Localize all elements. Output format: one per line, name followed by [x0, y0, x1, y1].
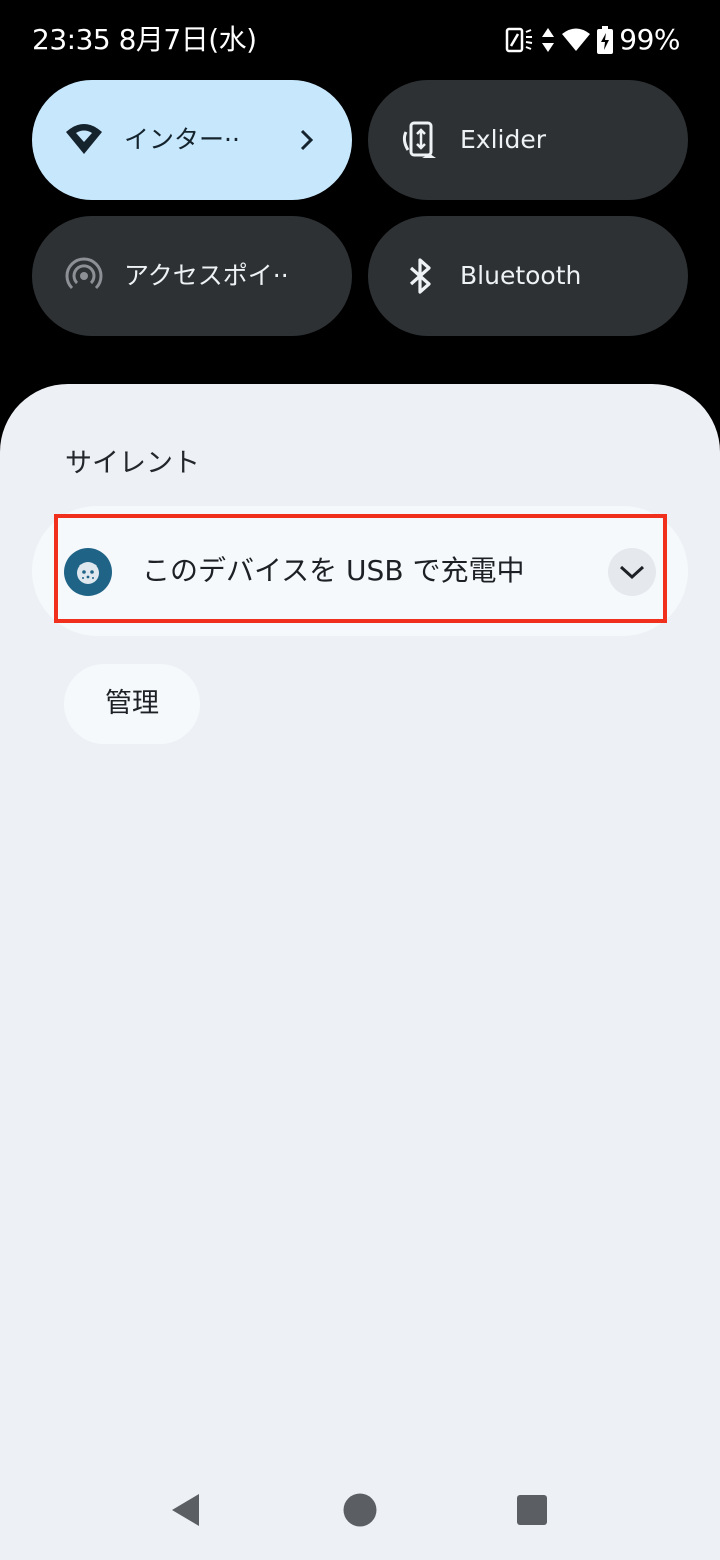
status-icons: 99% [505, 22, 680, 58]
recents-button[interactable] [500, 1480, 564, 1544]
battery-percent: 99% [619, 23, 680, 56]
tile-hotspot[interactable]: アクセスポイ·· [32, 216, 352, 336]
notification-title: このデバイスを USB で充電中 [142, 554, 525, 587]
hotspot-icon [62, 256, 106, 296]
data-activity-icon [541, 26, 555, 54]
bluetooth-icon [398, 256, 442, 296]
tile-label: インター·· [124, 125, 240, 154]
vibrate-icon [505, 26, 535, 54]
tile-internet[interactable]: インター·· [32, 80, 352, 200]
home-icon [343, 1493, 377, 1531]
tile-label: Exlider [460, 125, 547, 154]
manage-button[interactable]: 管理 [64, 664, 200, 744]
home-button[interactable] [328, 1480, 392, 1544]
android-system-icon [64, 548, 112, 596]
tile-label: Bluetooth [460, 261, 582, 290]
wifi-icon [62, 120, 106, 160]
tile-label: アクセスポイ·· [124, 261, 289, 290]
status-time: 23:35 8月7日(水) [32, 23, 257, 56]
recents-icon [516, 1494, 548, 1530]
back-button[interactable] [154, 1480, 218, 1544]
tile-exlider[interactable]: Exlider [368, 80, 688, 200]
section-header-silent: サイレント [65, 448, 200, 479]
tile-bluetooth[interactable]: Bluetooth [368, 216, 688, 336]
status-bar: 23:35 8月7日(水) 99% [0, 0, 720, 80]
wifi-icon [561, 27, 591, 53]
screen-rotate-icon [398, 120, 442, 160]
chevron-down-icon[interactable] [608, 548, 656, 596]
chevron-right-icon[interactable] [290, 124, 322, 156]
usb-charging-notification[interactable]: このデバイスを USB で充電中 [32, 506, 688, 636]
notification-shade: サイレント このデバイスを USB で充電中 管理 [0, 384, 720, 1560]
back-icon [169, 1493, 203, 1531]
battery-charging-icon [597, 26, 614, 54]
